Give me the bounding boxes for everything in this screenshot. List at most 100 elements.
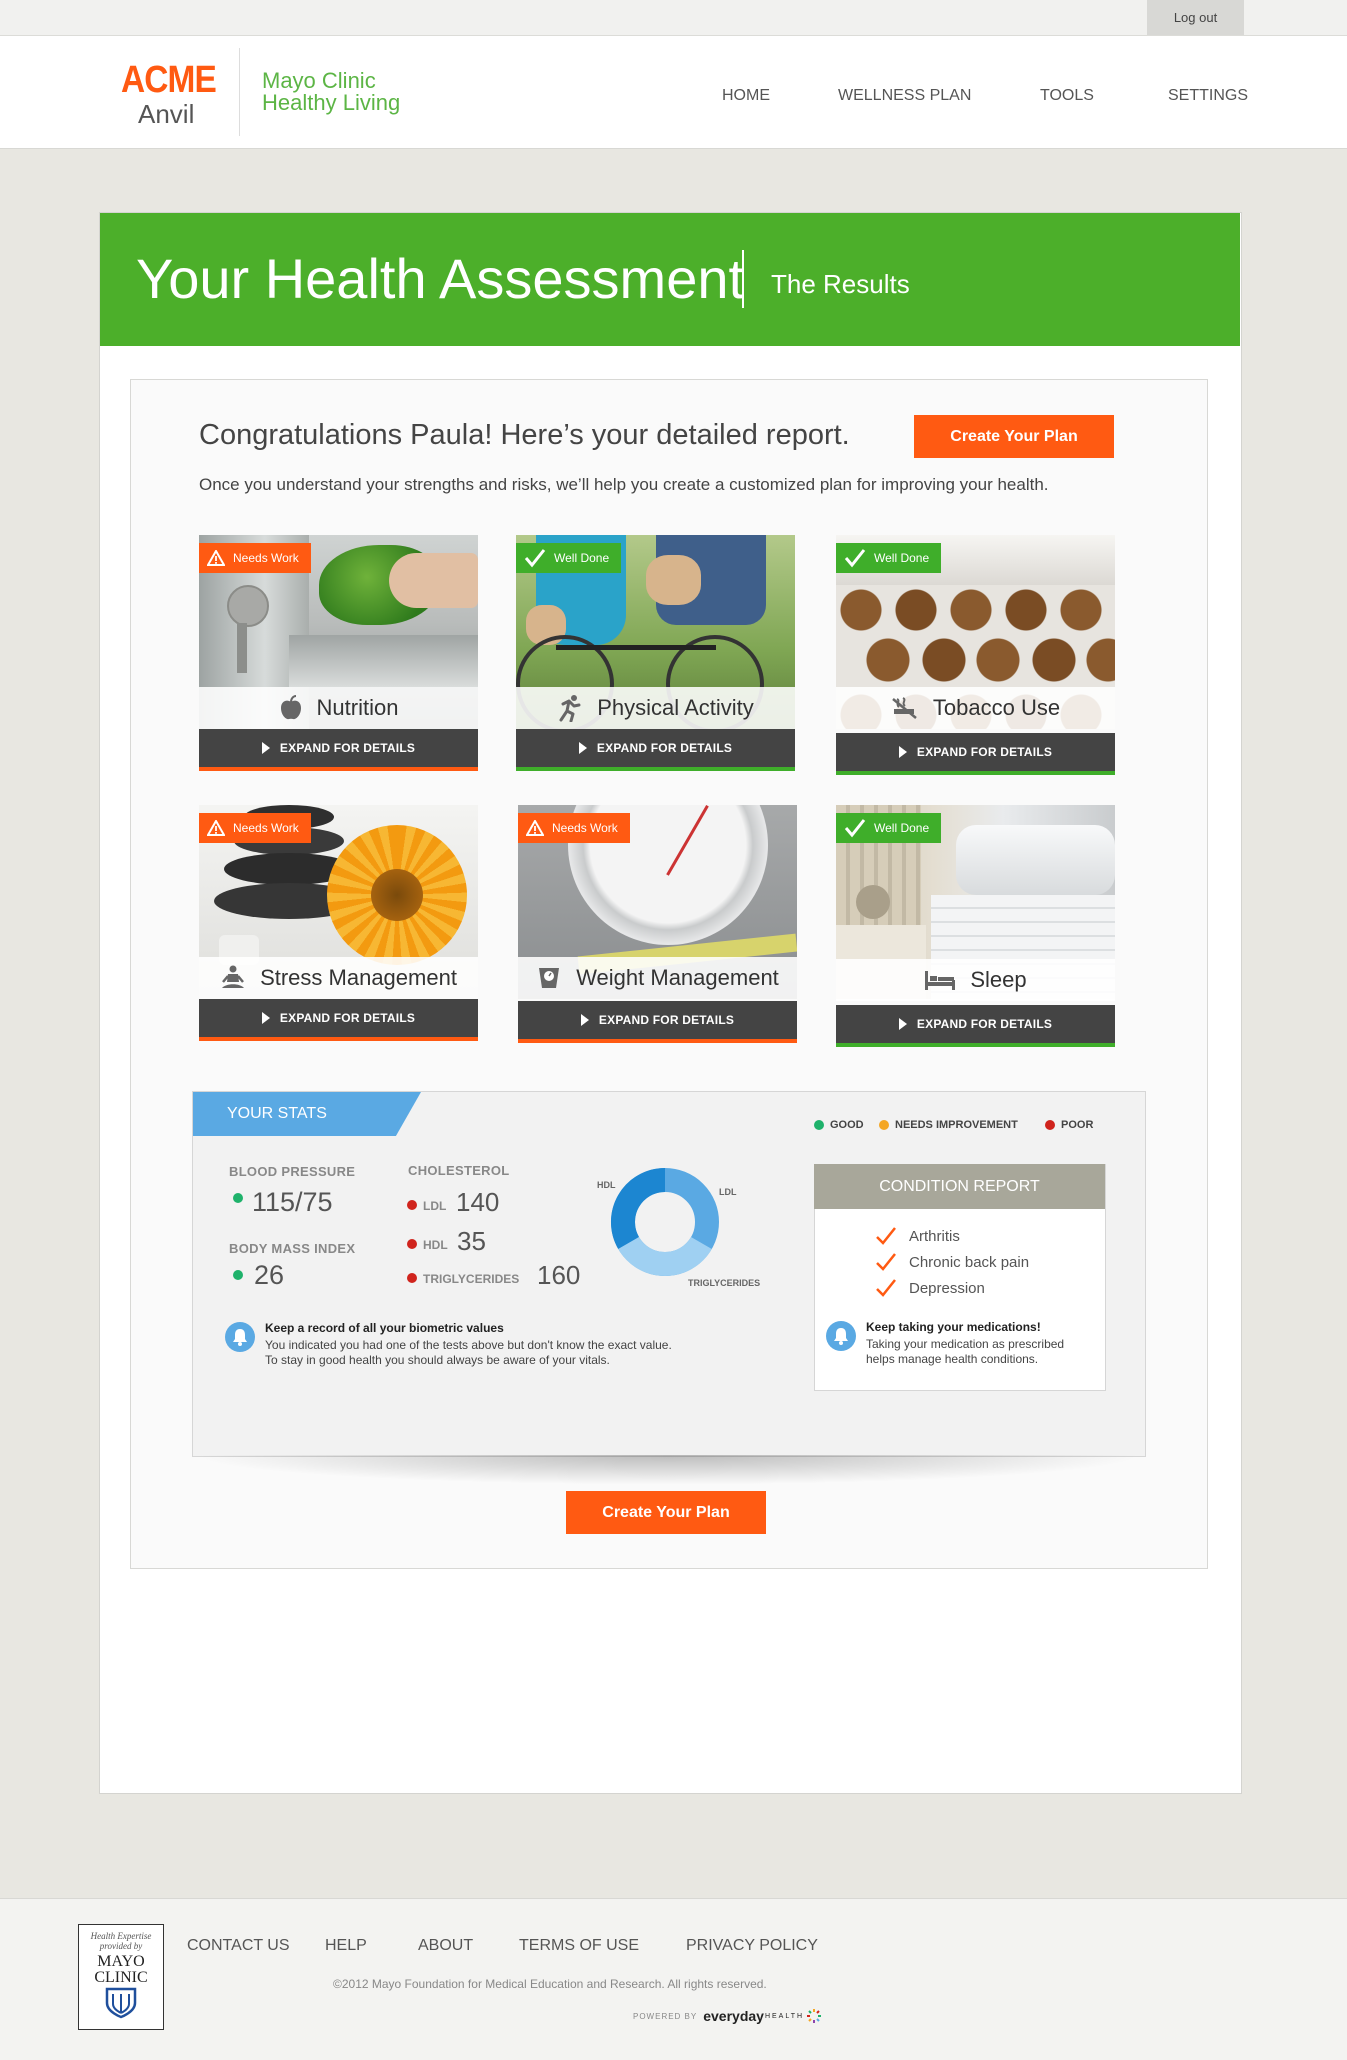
badge-label: Needs Work — [233, 551, 299, 565]
checkmark-icon — [876, 1279, 896, 1297]
logo-text: Health Expertise — [90, 1931, 152, 1941]
expand-details-button[interactable]: EXPAND FOR DETAILS — [199, 729, 478, 767]
create-plan-button-top[interactable]: Create Your Plan — [914, 415, 1114, 458]
play-triangle-icon — [898, 746, 907, 758]
copyright-text: ©2012 Mayo Foundation for Medical Educat… — [333, 1977, 767, 1991]
play-triangle-icon — [261, 1012, 270, 1024]
bmi-status-dot — [233, 1267, 249, 1285]
expand-label: EXPAND FOR DETAILS — [279, 741, 416, 755]
page-subtitle: The Results — [771, 269, 910, 299]
expand-details-button[interactable]: EXPAND FOR DETAILS — [836, 733, 1115, 771]
banner-divider — [742, 250, 744, 308]
legend-label: POOR — [1061, 1119, 1094, 1131]
runner-icon — [557, 694, 583, 722]
tile-title: Weight Management — [576, 965, 779, 990]
tile-caption: Weight Management — [518, 957, 797, 999]
tile-tobacco-use[interactable]: Well Done Tobacco Use EXPAND FOR DETAILS — [836, 535, 1115, 775]
brand-logo-acme[interactable]: ACME — [121, 60, 217, 100]
play-triangle-icon — [898, 1018, 907, 1030]
top-utility-bar — [0, 0, 1347, 36]
badge-well-done: Well Done — [836, 813, 942, 843]
biometric-note-title: Keep a record of all your biometric valu… — [265, 1321, 504, 1335]
tile-caption: Physical Activity — [516, 687, 795, 729]
partner-logo: Mayo Clinic Healthy Living — [262, 70, 400, 114]
status-line — [836, 1043, 1115, 1047]
footer-link-help[interactable]: HELP — [325, 1937, 367, 1955]
partner-line-1: Mayo Clinic — [262, 68, 376, 93]
stats-tab: YOUR STATS — [193, 1092, 421, 1136]
bmi-label: BODY MASS INDEX — [229, 1241, 356, 1256]
triglycerides-value: 160 — [537, 1260, 581, 1290]
nav-settings[interactable]: SETTINGS — [1168, 87, 1248, 105]
biometric-note-line-2: To stay in good health you should always… — [265, 1353, 610, 1367]
status-line — [199, 1037, 478, 1041]
expand-details-button[interactable]: EXPAND FOR DETAILS — [516, 729, 795, 767]
expand-label: EXPAND FOR DETAILS — [916, 745, 1053, 759]
expand-details-button[interactable]: EXPAND FOR DETAILS — [836, 1005, 1115, 1043]
expand-label: EXPAND FOR DETAILS — [596, 741, 733, 755]
legend-label: GOOD — [830, 1119, 864, 1131]
checkmark-icon — [876, 1253, 896, 1271]
warning-icon — [207, 820, 225, 836]
footer-link-privacy[interactable]: PRIVACY POLICY — [686, 1937, 818, 1955]
blood-pressure-value: 115/75 — [252, 1187, 333, 1217]
tile-stress-management[interactable]: Needs Work Stress Management EXPAND FOR … — [199, 805, 478, 1045]
condition-label: Arthritis — [909, 1227, 960, 1245]
condition-item: Chronic back pain — [875, 1252, 1029, 1272]
biometric-note-line-1: You indicated you had one of the tests a… — [265, 1338, 672, 1352]
ldl-row: LDL — [407, 1199, 452, 1213]
triglycerides-status-dot — [407, 1273, 417, 1283]
nav-wellness-plan[interactable]: WELLNESS PLAN — [838, 87, 971, 105]
tile-title: Nutrition — [316, 695, 399, 720]
badge-well-done: Well Done — [836, 543, 942, 573]
badge-label: Well Done — [554, 551, 610, 565]
footer-link-about[interactable]: ABOUT — [418, 1937, 473, 1955]
cholesterol-label: CHOLESTEROL — [408, 1163, 510, 1178]
apple-icon — [279, 695, 303, 721]
legend-label: NEEDS IMPROVEMENT — [895, 1119, 1018, 1131]
meditation-icon — [220, 965, 246, 991]
checkmark-icon — [524, 548, 546, 568]
triglycerides-row: TRIGLYCERIDES — [407, 1272, 519, 1286]
status-line — [836, 771, 1115, 775]
needs-improvement-dot — [879, 1120, 889, 1130]
nav-tools[interactable]: TOOLS — [1040, 87, 1094, 105]
footer-link-contact[interactable]: CONTACT US — [187, 1937, 290, 1955]
tile-caption: Stress Management — [199, 957, 478, 999]
tile-weight-management[interactable]: Needs Work Weight Management EXPAND FOR … — [518, 805, 797, 1045]
checkmark-icon — [876, 1227, 896, 1245]
tile-title: Stress Management — [260, 965, 457, 990]
medication-note-line-2: helps manage health conditions. — [866, 1352, 1039, 1366]
brand-logo-anvil: Anvil — [138, 99, 195, 129]
medication-note-title: Keep taking your medications! — [866, 1320, 1041, 1334]
donut-hdl-segment — [610, 1168, 666, 1249]
ldl-status-dot — [407, 1200, 417, 1210]
play-triangle-icon — [261, 742, 270, 754]
ldl-label: LDL — [423, 1199, 447, 1213]
bed-icon — [924, 969, 956, 991]
tile-title: Sleep — [970, 967, 1027, 992]
play-triangle-icon — [580, 1014, 589, 1026]
expand-details-button[interactable]: EXPAND FOR DETAILS — [518, 1001, 797, 1039]
everyday-health-logo-suffix: HEALTH — [764, 2012, 805, 2020]
create-plan-button-bottom[interactable]: Create Your Plan — [566, 1491, 766, 1534]
tile-title: Tobacco Use — [932, 695, 1061, 720]
condition-label: Chronic back pain — [909, 1253, 1030, 1271]
expand-details-button[interactable]: EXPAND FOR DETAILS — [199, 999, 478, 1037]
bp-status-dot — [233, 1190, 249, 1208]
tile-physical-activity[interactable]: Well Done Physical Activity EXPAND FOR D… — [516, 535, 795, 775]
tile-sleep[interactable]: Well Done Sleep EXPAND FOR DETAILS — [836, 805, 1115, 1047]
tile-nutrition[interactable]: Needs Work Nutrition EXPAND FOR DETAILS — [199, 535, 478, 775]
footer-link-terms[interactable]: TERMS OF USE — [519, 1937, 639, 1955]
condition-item: Depression — [875, 1278, 985, 1298]
medication-note-line-1: Taking your medication as prescribed — [866, 1337, 1065, 1351]
condition-item: Arthritis — [875, 1226, 960, 1246]
poor-dot — [1045, 1120, 1055, 1130]
badge-needs-work: Needs Work — [518, 813, 630, 843]
nav-home[interactable]: HOME — [722, 87, 770, 105]
badge-label: Needs Work — [233, 821, 299, 835]
tile-caption: Sleep — [836, 959, 1115, 1001]
donut-trig-segment — [618, 1236, 712, 1276]
logout-button[interactable]: Log out — [1147, 0, 1244, 35]
powered-by-label: POWERED BY — [633, 2011, 698, 2021]
